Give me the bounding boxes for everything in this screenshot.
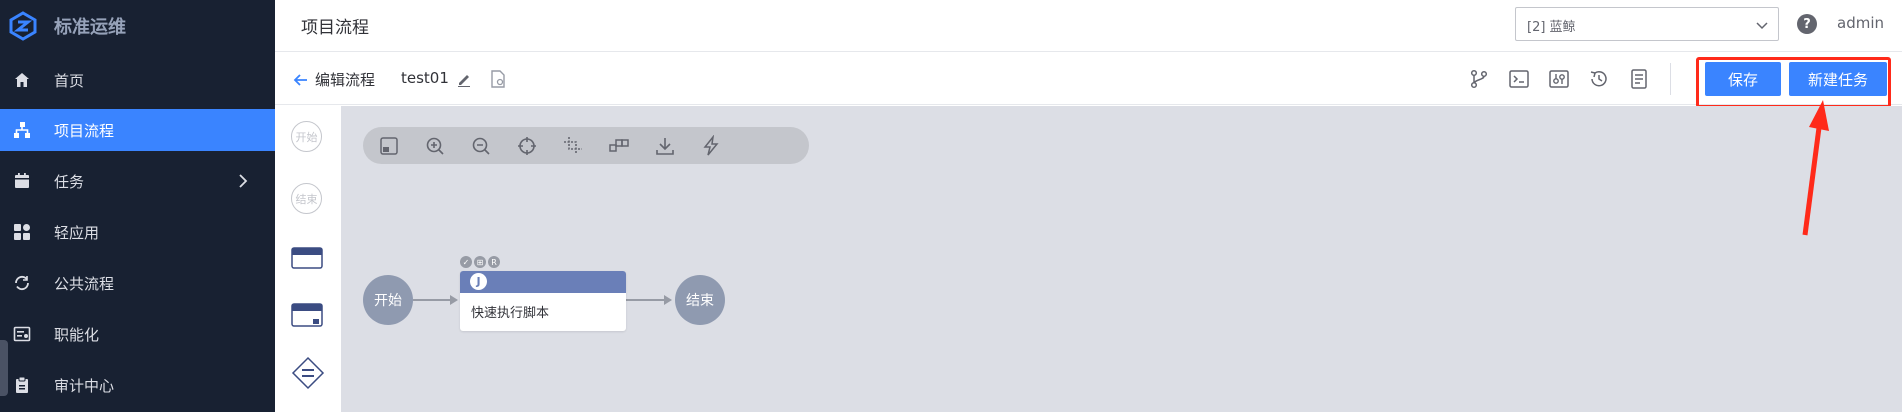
task-node-label: 快速执行脚本 — [471, 306, 550, 321]
history-icon[interactable] — [1588, 68, 1610, 90]
document-icon[interactable] — [1628, 68, 1650, 90]
arrow-left-icon — [293, 73, 307, 86]
brand-name: 标准运维 — [54, 17, 126, 38]
home-icon — [12, 70, 32, 90]
refresh-icon — [12, 273, 32, 293]
flow-canvas[interactable]: 开始 ✓ ⊞ R J 快速执行脚本 结束 — [342, 106, 1902, 412]
job-type-icon: J — [470, 273, 487, 290]
palette-subflow-node-icon[interactable] — [291, 302, 323, 328]
list-card-icon — [12, 324, 32, 344]
annotation-highlight-box — [1696, 57, 1891, 108]
sidebar-item-label: 项目流程 — [54, 121, 115, 140]
palette-end-node[interactable]: 结束 — [291, 183, 322, 214]
sidebar-collapse-handle[interactable] — [0, 340, 8, 396]
terminal-icon[interactable] — [1508, 68, 1530, 90]
sidebar-item-label: 公共流程 — [54, 274, 115, 293]
sidebar-item-project-flow[interactable]: 项目流程 — [0, 109, 275, 151]
sidebar-item-label: 职能化 — [54, 325, 100, 344]
branch-icon[interactable] — [1468, 68, 1490, 90]
user-menu[interactable]: admin — [1837, 14, 1884, 32]
chevron-right-icon — [239, 174, 248, 188]
sidebar-item-tasks[interactable]: 任务 — [0, 160, 275, 202]
project-select[interactable]: [2] 蓝鲸 — [1515, 7, 1779, 41]
chevron-down-icon — [1756, 22, 1768, 30]
brand[interactable]: 标准运维 — [0, 0, 275, 52]
sidebar-item-label: 首页 — [54, 71, 85, 90]
task-node-header: J — [460, 271, 626, 293]
palette-start-node[interactable]: 开始 — [291, 121, 322, 152]
sidebar-item-light-apps[interactable]: 轻应用 — [0, 211, 275, 253]
canvas-toolbar — [363, 127, 809, 164]
node-badges: ✓ ⊞ R — [460, 256, 500, 268]
start-node[interactable]: 开始 — [363, 275, 413, 325]
edge-task-to-end[interactable] — [626, 299, 666, 301]
back-label: 编辑流程 — [315, 71, 376, 89]
logo-icon — [9, 11, 37, 41]
badge-retry: R — [488, 256, 500, 268]
flow-name: test01 — [401, 69, 449, 87]
badge-check: ✓ — [460, 256, 472, 268]
palette-gateway-icon[interactable] — [291, 356, 325, 390]
sidebar-item-label: 轻应用 — [54, 223, 100, 242]
node-palette: 开始 结束 — [275, 106, 342, 412]
sidebar-item-public-flow[interactable]: 公共流程 — [0, 262, 275, 304]
locate-icon[interactable] — [516, 135, 538, 157]
sidebar-item-label: 审计中心 — [54, 376, 115, 395]
select-area-icon[interactable] — [562, 135, 584, 157]
pencil-icon[interactable] — [456, 71, 472, 87]
annotation-arrow — [1802, 100, 1829, 236]
auto-layout-icon[interactable] — [608, 135, 630, 157]
sidebar-item-home[interactable]: 首页 — [0, 59, 275, 101]
thumbnail-icon[interactable] — [378, 135, 400, 157]
flow-toolbar: 编辑流程 test01 保存 新建任务 — [275, 53, 1902, 105]
sitemap-icon — [12, 120, 32, 140]
edge-start-to-task[interactable] — [413, 299, 451, 301]
zoom-in-icon[interactable] — [424, 135, 446, 157]
back-button[interactable]: 编辑流程 — [293, 69, 375, 90]
download-icon[interactable] — [654, 135, 676, 157]
project-select-value: [2] 蓝鲸 — [1527, 20, 1576, 35]
badge-skip: ⊞ — [474, 256, 486, 268]
edge-arrow — [450, 295, 458, 305]
lightning-icon[interactable] — [700, 135, 722, 157]
apps-icon — [12, 222, 32, 242]
calendar-icon — [12, 171, 32, 191]
task-node[interactable]: J 快速执行脚本 — [460, 271, 626, 331]
zoom-out-icon[interactable] — [470, 135, 492, 157]
sidebar-item-label: 任务 — [54, 172, 85, 191]
help-icon[interactable]: ? — [1797, 14, 1817, 34]
palette-task-node-icon[interactable] — [291, 246, 323, 270]
top-header: 项目流程 [2] 蓝鲸 ? admin — [275, 0, 1902, 52]
edge-arrow — [664, 295, 672, 305]
page-title: 项目流程 — [301, 18, 369, 38]
variables-icon[interactable] — [1548, 68, 1570, 90]
toolbar-divider — [1670, 63, 1671, 95]
sidebar-item-audit[interactable]: 审计中心 — [0, 364, 275, 406]
sidebar-item-functionalization[interactable]: 职能化 — [0, 313, 275, 355]
end-node[interactable]: 结束 — [675, 275, 725, 325]
clipboard-icon — [12, 375, 32, 395]
file-settings-icon[interactable] — [490, 70, 506, 88]
sidebar: 标准运维 首页 项目流程 任务 轻应用 公共流程 职能化 审计中心 — [0, 0, 275, 412]
